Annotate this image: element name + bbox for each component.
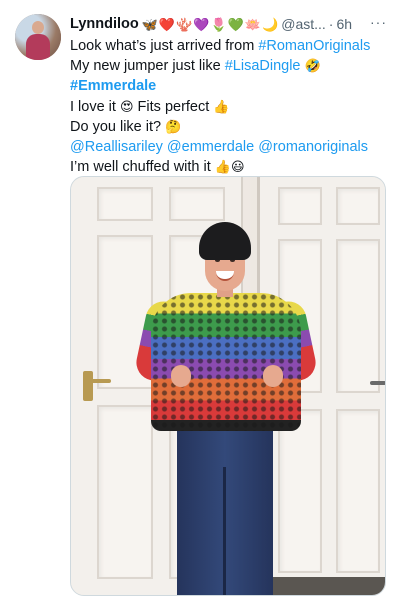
purple-heart-emoji: 💜 <box>193 16 210 32</box>
display-name[interactable]: Lynndiloo <box>70 16 139 32</box>
smile <box>216 271 234 281</box>
green-heart-emoji: 💚 <box>227 16 244 32</box>
photo-person <box>71 177 385 595</box>
text-line-7: I’m well chuffed with it 👍😃 <box>70 159 245 176</box>
tweet-photo[interactable] <box>70 176 386 596</box>
tweet-header: Lynndiloo 🦋 ❤️ 🪸 💜 🌷 💚 🪷 🌙 @ast... · 6h <box>70 14 390 34</box>
hashtag-emmerdale[interactable]: #Emmerdale <box>70 78 156 94</box>
tulip-emoji: 🌷 <box>210 16 227 32</box>
text-line-5: Do you like it? 🤔 <box>70 118 182 135</box>
avatar[interactable] <box>15 14 61 60</box>
mention-romanoriginals[interactable]: @romanoriginals <box>258 139 368 155</box>
hashtag-lisadingle[interactable]: #LisaDingle <box>225 58 301 74</box>
heart-eyes-emoji: 😍 <box>119 98 134 114</box>
jumper-spots <box>151 293 301 431</box>
thinking-emoji: 🤔 <box>165 118 182 134</box>
coral-emoji: 🪸 <box>176 16 193 32</box>
lotus-emoji: 🪷 <box>244 16 262 32</box>
hand-right <box>263 365 283 387</box>
black-beanie <box>199 222 251 260</box>
heart-emoji: ❤️ <box>158 16 176 32</box>
name-emojis: 🦋 ❤️ 🪸 💜 🌷 💚 🪷 🌙 <box>142 18 279 31</box>
thumbs-up-smile-emoji: 👍😃 <box>214 159 245 175</box>
hashtag-romanoriginals[interactable]: #RomanOriginals <box>258 38 370 54</box>
tweet-text: Look what’s just arrived from #RomanOrig… <box>70 36 392 177</box>
mention-reallisariley[interactable]: @Reallisariley <box>70 139 163 155</box>
mention-emmerdale[interactable]: @emmerdale <box>167 139 254 155</box>
separator-dot: · <box>328 16 334 32</box>
text-line-6: @Reallisariley @emmerdale @romanoriginal… <box>70 137 392 157</box>
hand-left <box>171 365 191 387</box>
avatar-head <box>32 21 44 34</box>
moon-emoji: 🌙 <box>262 16 279 32</box>
thumbs-up-emoji: 👍 <box>213 98 230 114</box>
tweet[interactable]: Lynndiloo 🦋 ❤️ 🪸 💜 🌷 💚 🪷 🌙 @ast... · 6h … <box>0 0 401 600</box>
text-line-3: #Emmerdale <box>70 76 392 96</box>
butterfly-emoji: 🦋 <box>141 16 158 32</box>
text-line-1: Look what’s just arrived from #RomanOrig… <box>70 38 371 54</box>
more-options-icon[interactable]: ··· <box>370 14 387 30</box>
timestamp[interactable]: 6h <box>336 16 352 32</box>
text-line-2: My new jumper just like #LisaDingle 🤣 <box>70 58 321 75</box>
rofl-emoji: 🤣 <box>304 58 321 74</box>
text-line-4: I love it 😍 Fits perfect 👍 <box>70 98 230 115</box>
avatar-body <box>26 34 50 60</box>
handle[interactable]: @ast... <box>281 16 326 32</box>
leopard-print-jumper <box>151 293 301 431</box>
jeans-leg-gap <box>223 467 226 595</box>
